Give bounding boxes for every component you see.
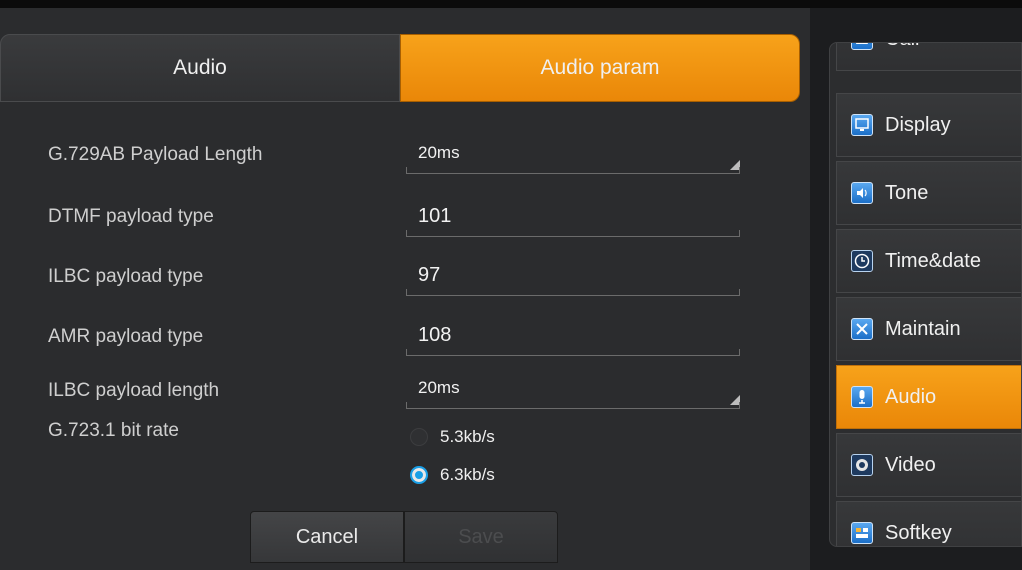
radio-unselected-icon (410, 428, 428, 446)
amr-payload-type-input[interactable]: 108 (406, 317, 740, 356)
radio-5-3kbs[interactable]: 5.3kb/s (410, 422, 495, 452)
radio-6-3kbs[interactable]: 6.3kb/s (410, 460, 495, 490)
g729-payload-length-select[interactable]: 20ms (406, 135, 740, 174)
amr-payload-type-value: 108 (418, 324, 452, 346)
save-button[interactable]: Save (404, 511, 558, 563)
g7231-bit-rate-label: G.723.1 bit rate (48, 420, 179, 441)
ilbc-payload-length-row: ILBC payload length 20ms (48, 376, 748, 416)
dtmf-payload-type-value: 101 (418, 205, 452, 227)
sidebar-item-softkey[interactable]: Softkey (836, 501, 1021, 546)
phone-icon: ☎ (851, 43, 873, 50)
clock-icon (851, 250, 873, 272)
amr-payload-type-label: AMR payload type (48, 326, 204, 347)
tab-audio[interactable]: Audio (0, 34, 400, 102)
g729-payload-length-value: 20ms (418, 143, 460, 162)
ilbc-payload-type-input[interactable]: 97 (406, 257, 740, 296)
sidebar-item-label: Call (885, 43, 919, 51)
amr-payload-type-row: AMR payload type 108 (48, 320, 748, 360)
top-bar (0, 0, 1022, 8)
sidebar-item-label: Softkey (885, 521, 952, 544)
monitor-icon (851, 114, 873, 136)
tools-icon (851, 318, 873, 340)
ilbc-payload-type-row: ILBC payload type 97 (48, 260, 748, 300)
ilbc-payload-length-select[interactable]: 20ms (406, 370, 740, 409)
sidebar-item-audio[interactable]: Audio (836, 365, 1021, 429)
cancel-button[interactable]: Cancel (250, 511, 404, 563)
g7231-bit-rate-row: G.723.1 bit rate (48, 418, 748, 458)
sidebar-item-maintain[interactable]: Maintain (836, 297, 1021, 361)
sidebar-item-label: Time&date (885, 249, 981, 272)
dtmf-payload-type-input[interactable]: 101 (406, 198, 740, 237)
dtmf-payload-type-row: DTMF payload type 101 (48, 198, 748, 238)
radio-5-3kbs-label: 5.3kb/s (440, 427, 495, 446)
sidebar-item-label: Video (885, 453, 936, 476)
softkey-icon (851, 522, 873, 544)
ilbc-payload-length-label: ILBC payload length (48, 380, 220, 401)
sidebar-item-label: Audio (885, 385, 937, 408)
radio-selected-icon (410, 466, 428, 484)
sidebar-item-time-date[interactable]: Time&date (836, 229, 1021, 293)
camera-icon (851, 454, 873, 476)
microphone-icon (851, 386, 873, 408)
sidebar-item-video[interactable]: Video (836, 433, 1021, 497)
audio-param-panel: Audio Audio param G.729AB Payload Length… (0, 8, 810, 570)
settings-sidebar[interactable]: ☎ Call Display Tone Time&date Maintain A… (829, 42, 1022, 547)
sidebar-item-label: Display (885, 113, 951, 136)
sidebar-item-label: Tone (885, 181, 929, 204)
g729-payload-length-label: G.729AB Payload Length (48, 144, 263, 165)
ilbc-payload-length-value: 20ms (418, 378, 460, 397)
dropdown-corner-icon (730, 160, 740, 170)
ilbc-payload-type-label: ILBC payload type (48, 266, 204, 287)
radio-6-3kbs-label: 6.3kb/s (440, 465, 495, 484)
footer-buttons: Cancel Save (250, 511, 558, 563)
sidebar-item-display[interactable]: Display (836, 93, 1021, 157)
g729-payload-length-row: G.729AB Payload Length 20ms (48, 138, 748, 178)
ilbc-payload-type-value: 97 (418, 264, 441, 286)
tab-bar: Audio Audio param (0, 34, 800, 102)
sidebar-item-label: Maintain (885, 317, 961, 340)
speaker-icon (851, 182, 873, 204)
dtmf-payload-type-label: DTMF payload type (48, 206, 214, 227)
sidebar-item-tone[interactable]: Tone (836, 161, 1021, 225)
tab-audio-param[interactable]: Audio param (400, 34, 800, 102)
dropdown-corner-icon (730, 395, 740, 405)
sidebar-item-call[interactable]: ☎ Call (836, 43, 1021, 71)
